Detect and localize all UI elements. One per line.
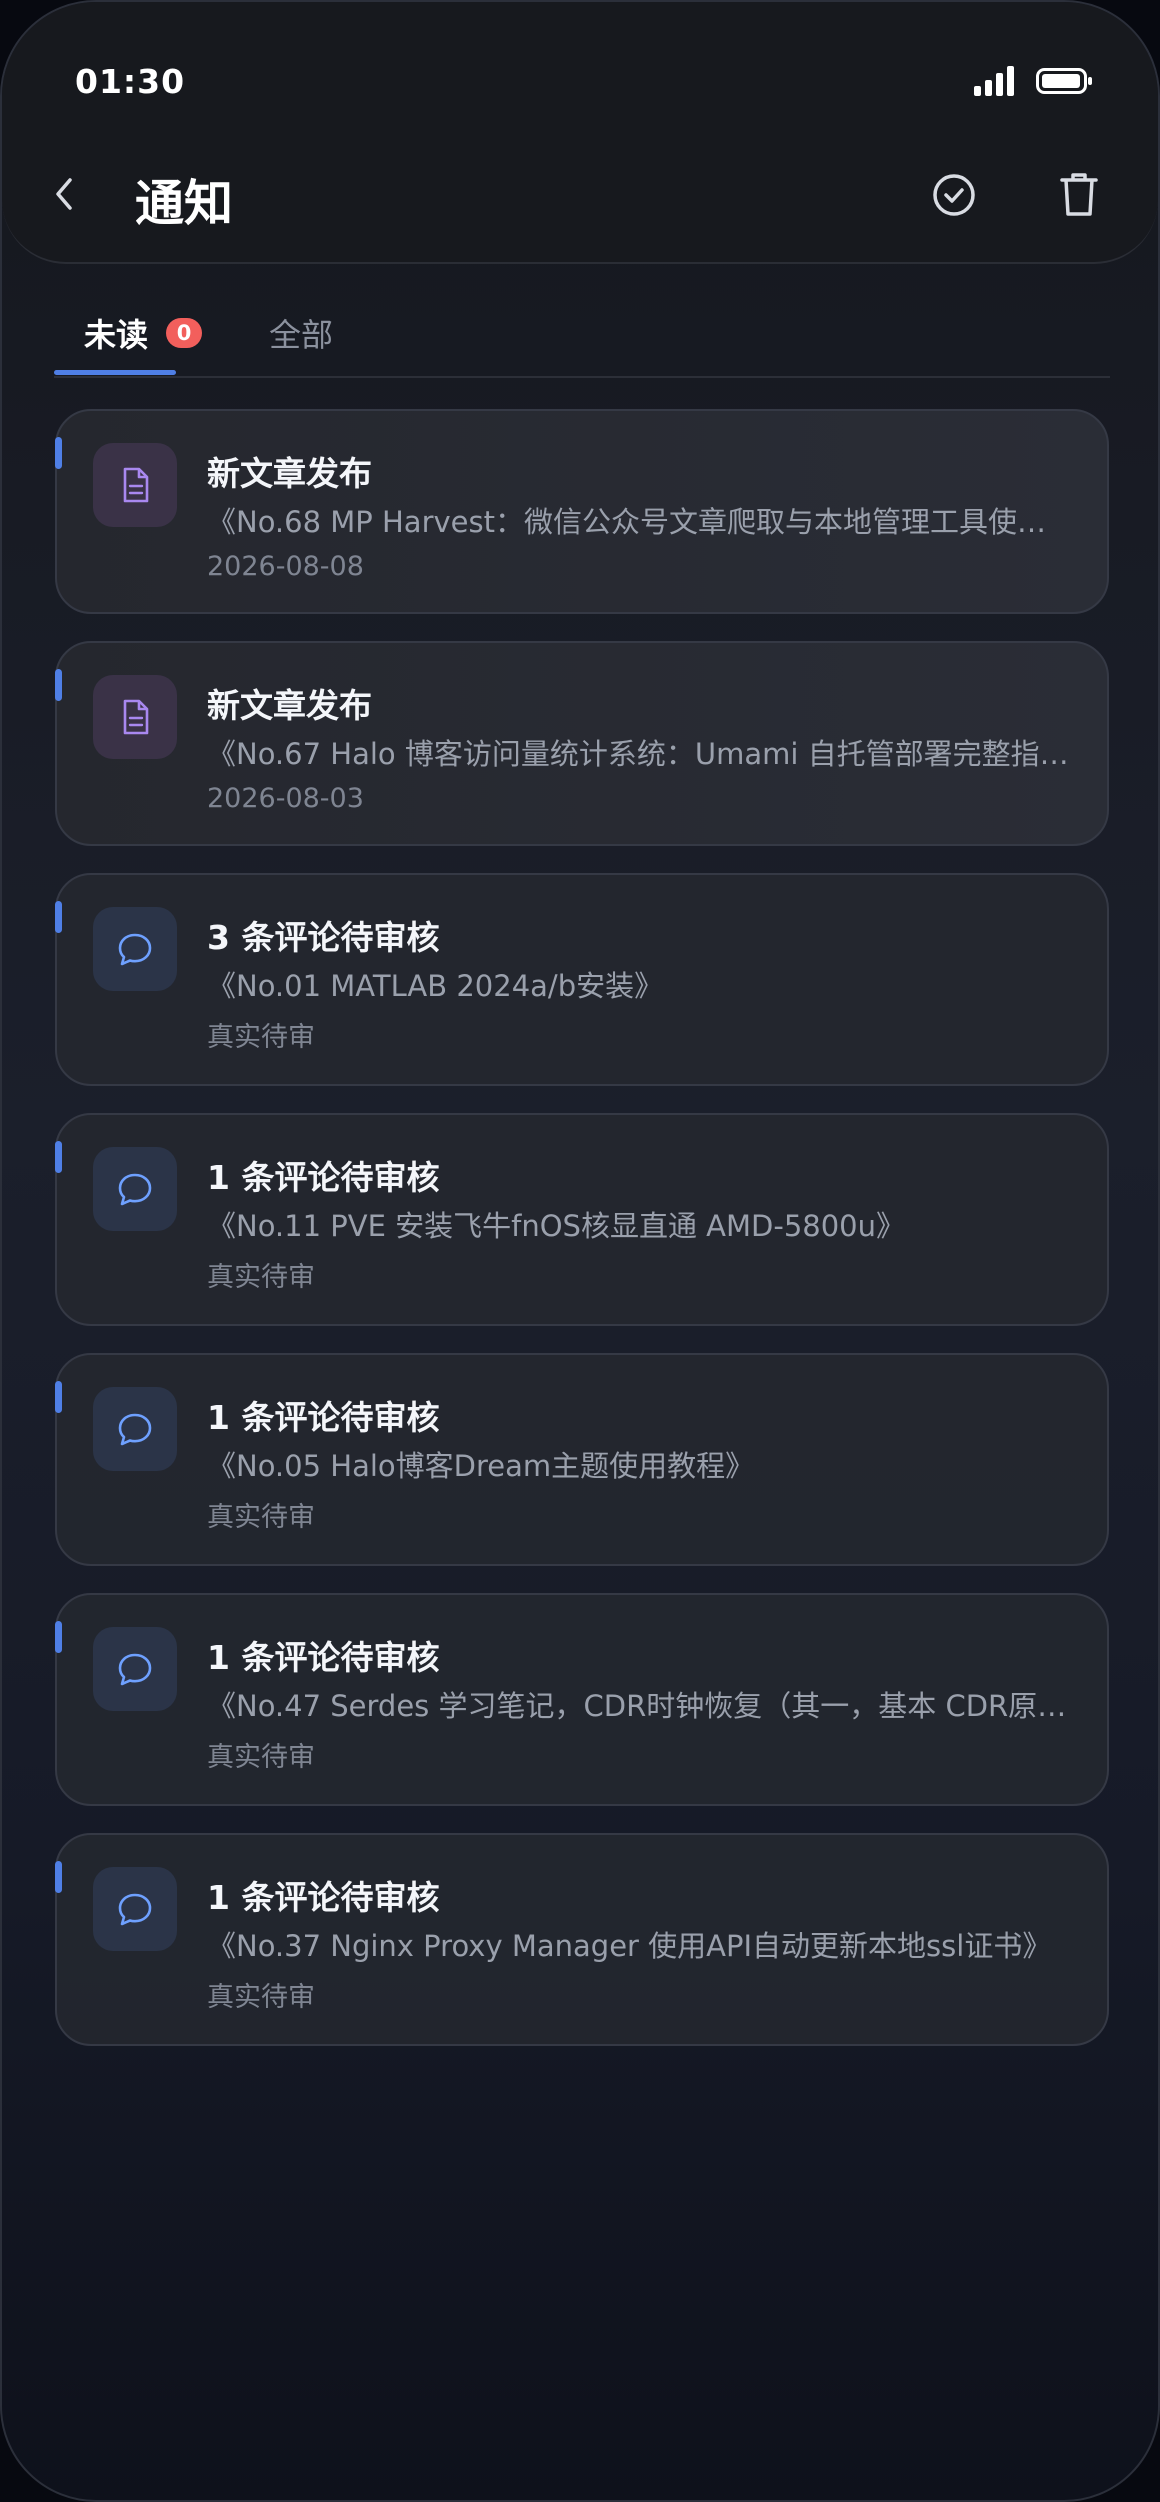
unread-indicator xyxy=(55,669,62,701)
notification-card[interactable]: 1 条评论待审核 《No.37 Nginx Proxy Manager 使用AP… xyxy=(55,1833,1109,2046)
back-icon[interactable] xyxy=(46,170,82,218)
unread-indicator xyxy=(55,1861,62,1893)
notification-status: 真实待审 xyxy=(207,1502,315,1533)
tab-all[interactable]: 全部 xyxy=(269,310,333,376)
unread-indicator xyxy=(55,1621,62,1653)
document-icon xyxy=(93,443,177,527)
notification-title: 1 条评论待审核 xyxy=(207,1638,440,1677)
notification-desc: 《No.47 Serdes 学习笔记，CDR时钟恢复（其一，基本 CDR原理）》 xyxy=(207,1689,1073,1723)
notification-desc: 《No.68 MP Harvest：微信公众号文章爬取与本地管理工具使用指南》 xyxy=(207,505,1073,539)
notification-date: 2026-08-03 xyxy=(207,783,364,814)
notification-card[interactable]: 新文章发布 《No.68 MP Harvest：微信公众号文章爬取与本地管理工具… xyxy=(55,409,1109,614)
notification-status: 真实待审 xyxy=(207,1742,315,1773)
notification-card[interactable]: 1 条评论待审核 《No.05 Halo博客Dream主题使用教程》 真实待审 xyxy=(55,1353,1109,1566)
notification-title: 新文章发布 xyxy=(207,454,372,493)
chat-icon xyxy=(93,1867,177,1951)
unread-count-badge: 0 xyxy=(166,318,203,348)
tab-unread-label: 未读 xyxy=(84,316,149,354)
trash-icon[interactable] xyxy=(1048,164,1110,226)
status-time: 01:30 xyxy=(75,62,186,101)
chat-icon xyxy=(93,1387,177,1471)
tab-unread[interactable]: 未读 0 xyxy=(84,310,203,376)
active-tab-indicator xyxy=(54,370,176,375)
phone-frame: 01:30 通知 未读 0 全部 新文章发布 《No.68 MP Harvest… xyxy=(0,0,1160,2502)
notification-card[interactable]: 新文章发布 《No.67 Halo 博客访问量统计系统：Umami 自托管部署完… xyxy=(55,641,1109,846)
notification-status: 真实待审 xyxy=(207,1262,315,1293)
unread-indicator xyxy=(55,1141,62,1173)
chat-icon xyxy=(93,1627,177,1711)
app-header: 01:30 通知 xyxy=(2,2,1158,264)
notification-desc: 《No.37 Nginx Proxy Manager 使用API自动更新本地ss… xyxy=(207,1929,1052,1963)
notification-card[interactable]: 3 条评论待审核 《No.01 MATLAB 2024a/b安装》 真实待审 xyxy=(55,873,1109,1086)
mark-all-read-icon[interactable] xyxy=(923,164,985,226)
chat-icon xyxy=(93,907,177,991)
notification-title: 3 条评论待审核 xyxy=(207,918,440,957)
notification-title: 1 条评论待审核 xyxy=(207,1158,440,1197)
notification-desc: 《No.67 Halo 博客访问量统计系统：Umami 自托管部署完整指南》 xyxy=(207,737,1073,771)
notification-title: 新文章发布 xyxy=(207,686,372,725)
notification-title: 1 条评论待审核 xyxy=(207,1398,440,1437)
notification-card[interactable]: 1 条评论待审核 《No.47 Serdes 学习笔记，CDR时钟恢复（其一，基… xyxy=(55,1593,1109,1806)
signal-icon xyxy=(974,66,1014,96)
unread-indicator xyxy=(55,901,62,933)
document-icon xyxy=(93,675,177,759)
notification-desc: 《No.01 MATLAB 2024a/b安装》 xyxy=(207,969,664,1003)
notification-date: 2026-08-08 xyxy=(207,551,364,582)
notification-card[interactable]: 1 条评论待审核 《No.11 PVE 安装飞牛fnOS核显直通 AMD-580… xyxy=(55,1113,1109,1326)
battery-icon xyxy=(1036,68,1092,94)
notification-desc: 《No.11 PVE 安装飞牛fnOS核显直通 AMD-5800u》 xyxy=(207,1209,906,1243)
notification-tabs: 未读 0 全部 xyxy=(54,292,1110,378)
notification-status: 真实待审 xyxy=(207,1022,315,1053)
unread-indicator xyxy=(55,437,62,469)
unread-indicator xyxy=(55,1381,62,1413)
chat-icon xyxy=(93,1147,177,1231)
notification-desc: 《No.05 Halo博客Dream主题使用教程》 xyxy=(207,1449,755,1483)
page-title: 通知 xyxy=(135,175,234,232)
notification-title: 1 条评论待审核 xyxy=(207,1878,440,1917)
tab-all-label: 全部 xyxy=(269,316,334,354)
notification-status: 真实待审 xyxy=(207,1982,315,2013)
